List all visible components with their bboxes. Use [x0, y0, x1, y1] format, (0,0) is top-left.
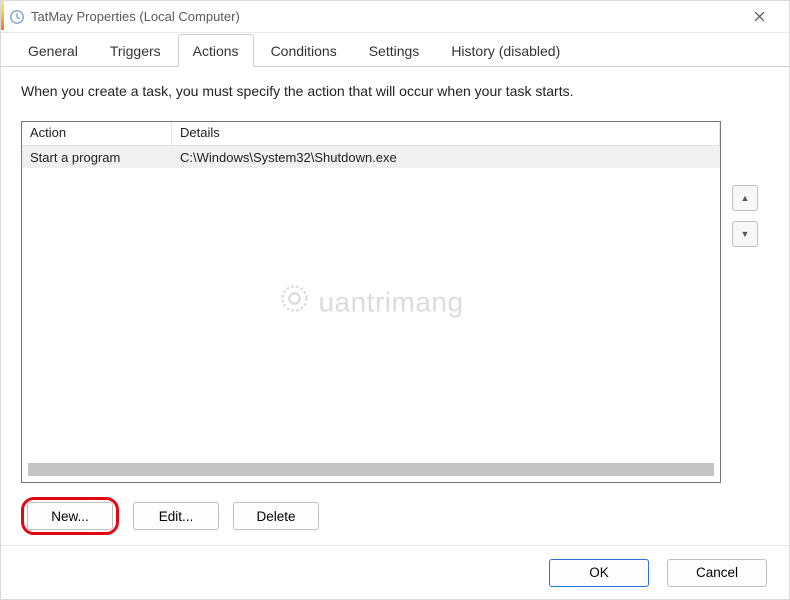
move-down-button[interactable]: ▼ — [732, 221, 758, 247]
column-headers: Action Details — [22, 122, 720, 146]
ok-button[interactable]: OK — [549, 559, 649, 587]
chevron-up-icon: ▲ — [741, 193, 750, 203]
chevron-down-icon: ▼ — [741, 229, 750, 239]
dialog-footer: OK Cancel — [1, 545, 789, 599]
order-spinner: ▲ ▼ — [721, 121, 769, 483]
instruction-text: When you create a task, you must specify… — [21, 83, 769, 99]
new-button[interactable]: New... — [27, 502, 113, 530]
properties-dialog: TatMay Properties (Local Computer) Gener… — [0, 0, 790, 600]
column-header-action[interactable]: Action — [22, 122, 172, 145]
cell-action: Start a program — [22, 148, 172, 167]
close-button[interactable] — [737, 3, 781, 31]
tab-strip: General Triggers Actions Conditions Sett… — [1, 33, 789, 67]
tab-settings[interactable]: Settings — [354, 34, 435, 66]
annotation-highlight: New... — [21, 497, 119, 535]
window-edge-accent — [1, 1, 4, 30]
move-up-button[interactable]: ▲ — [732, 185, 758, 211]
tab-history[interactable]: History (disabled) — [436, 34, 575, 66]
rows-container: Start a program C:\Windows\System32\Shut… — [22, 146, 720, 463]
tab-conditions[interactable]: Conditions — [256, 34, 352, 66]
cell-details: C:\Windows\System32\Shutdown.exe — [172, 148, 720, 167]
clock-icon — [9, 9, 25, 25]
actions-body: Action Details Start a program C:\Window… — [21, 121, 769, 483]
horizontal-scrollbar[interactable] — [28, 463, 714, 476]
window-title: TatMay Properties (Local Computer) — [31, 9, 737, 24]
tab-triggers[interactable]: Triggers — [95, 34, 176, 66]
tab-content-actions: When you create a task, you must specify… — [1, 67, 789, 545]
table-row[interactable]: Start a program C:\Windows\System32\Shut… — [22, 146, 720, 168]
titlebar: TatMay Properties (Local Computer) — [1, 1, 789, 33]
tab-general[interactable]: General — [13, 34, 93, 66]
column-header-details[interactable]: Details — [172, 122, 720, 145]
edit-button[interactable]: Edit... — [133, 502, 219, 530]
tab-actions[interactable]: Actions — [178, 34, 254, 67]
cancel-button[interactable]: Cancel — [667, 559, 767, 587]
close-icon — [754, 11, 765, 22]
actions-list[interactable]: Action Details Start a program C:\Window… — [21, 121, 721, 483]
delete-button[interactable]: Delete — [233, 502, 319, 530]
action-buttons-row: New... Edit... Delete — [21, 497, 769, 535]
